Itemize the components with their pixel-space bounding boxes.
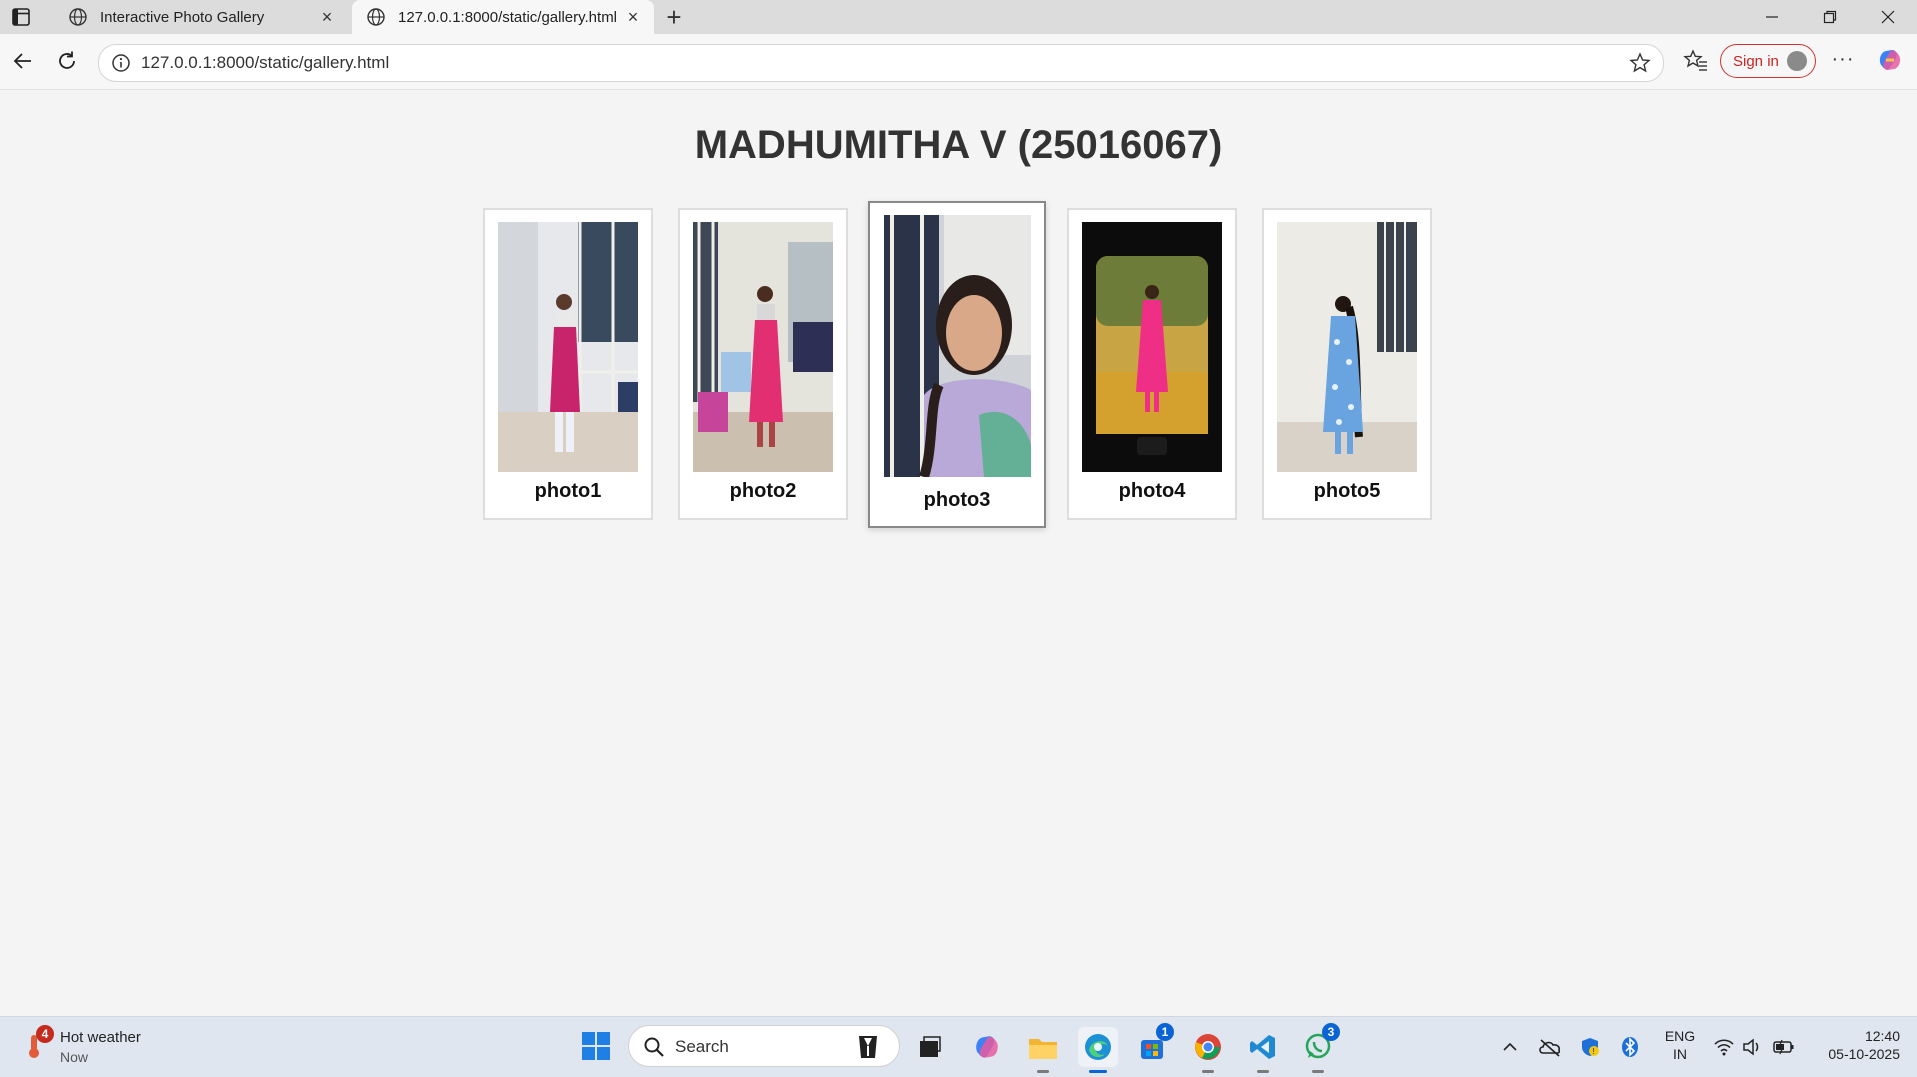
search-icon <box>644 1037 664 1057</box>
clock-date: 05-10-2025 <box>1828 1046 1900 1062</box>
copilot-icon[interactable] <box>1876 46 1904 74</box>
reload-icon <box>59 51 75 69</box>
photo-card-2[interactable]: photo2 <box>678 208 848 520</box>
search-highlight-icon <box>859 1036 877 1058</box>
favorites-icon[interactable] <box>1683 48 1709 74</box>
clock-time: 12:40 <box>1864 1028 1900 1044</box>
taskbar-search[interactable]: Search <box>628 1025 900 1067</box>
restore-button[interactable] <box>1801 0 1859 34</box>
minimize-button[interactable] <box>1743 0 1801 34</box>
photo-card-3[interactable]: photo3 <box>868 201 1046 528</box>
photo-caption: photo3 <box>923 489 991 511</box>
file-explorer-button[interactable] <box>1023 1027 1063 1073</box>
running-indicator <box>1202 1070 1214 1073</box>
photo-caption: photo5 <box>1313 480 1381 502</box>
globe-icon <box>367 8 385 26</box>
page-title: MADHUMITHA V (25016067) <box>694 123 1223 167</box>
photo-card-1[interactable]: photo1 <box>483 208 653 520</box>
photo-4-image <box>1082 222 1222 472</box>
photo-5-image <box>1277 222 1417 472</box>
weather-title: Hot weather <box>60 1029 141 1046</box>
copilot-taskbar-button[interactable] <box>967 1027 1007 1067</box>
page-content: MADHUMITHA V (25016067) photo1 photo2 ph… <box>0 89 1917 1017</box>
weather-badge: 4 <box>36 1025 54 1043</box>
new-tab-button[interactable]: + <box>660 3 688 31</box>
photo-caption: photo1 <box>534 480 602 502</box>
security-shield-icon[interactable]: ! <box>1578 1035 1602 1059</box>
favorite-star-icon[interactable] <box>1629 52 1651 74</box>
tab-label: Interactive Photo Gallery <box>100 8 265 26</box>
edge-button[interactable] <box>1078 1027 1118 1073</box>
photo-card-5[interactable]: photo5 <box>1262 208 1432 520</box>
close-window-button[interactable] <box>1859 0 1917 34</box>
sign-in-button[interactable]: Sign in <box>1720 44 1816 78</box>
info-icon[interactable] <box>111 53 131 73</box>
photo-caption: photo4 <box>1118 480 1186 502</box>
back-button[interactable] <box>8 46 38 76</box>
battery-icon[interactable] <box>1772 1035 1796 1059</box>
language-indicator[interactable]: ENG IN <box>1660 1027 1700 1063</box>
taskbar: 4 Hot weather Now Search 1 3 ! ENG IN 12… <box>0 1016 1917 1077</box>
svg-text:!: ! <box>1592 1047 1594 1056</box>
weather-widget[interactable]: 4 Hot weather Now <box>20 1025 220 1069</box>
folder-icon <box>1029 1039 1057 1059</box>
photo-3-image <box>884 215 1031 477</box>
task-view-button[interactable] <box>910 1027 950 1067</box>
bluetooth-icon[interactable] <box>1618 1035 1642 1059</box>
running-indicator <box>1037 1070 1049 1073</box>
store-button[interactable]: 1 <box>1132 1023 1174 1067</box>
start-button[interactable] <box>581 1031 611 1061</box>
running-indicator <box>1257 1070 1269 1073</box>
browser-toolbar: 127.0.0.1:8000/static/gallery.html Sign … <box>0 34 1917 89</box>
tab-actions-icon[interactable] <box>10 6 32 28</box>
vscode-icon <box>1250 1035 1275 1059</box>
language-code: ENG <box>1664 1028 1696 1044</box>
task-view-icon <box>920 1036 941 1057</box>
reload-button[interactable] <box>52 46 82 76</box>
tab-interactive-photo-gallery[interactable]: Interactive Photo Gallery × <box>54 0 348 34</box>
globe-icon <box>69 8 87 26</box>
active-indicator <box>1089 1070 1107 1073</box>
avatar-icon <box>1787 51 1807 71</box>
store-badge: 1 <box>1156 1023 1174 1041</box>
chevron-up-icon <box>1503 1042 1517 1051</box>
more-options-icon[interactable]: ··· <box>1830 48 1856 74</box>
onedrive-icon[interactable] <box>1538 1035 1562 1059</box>
photo-caption: photo2 <box>729 480 797 502</box>
region-code: IN <box>1673 1046 1687 1062</box>
chrome-icon <box>1195 1034 1221 1060</box>
volume-icon[interactable] <box>1740 1035 1764 1059</box>
chrome-button[interactable] <box>1188 1027 1228 1073</box>
tab-strip: Interactive Photo Gallery × 127.0.0.1:80… <box>0 0 1917 34</box>
back-arrow-icon <box>13 53 31 69</box>
running-indicator <box>1312 1070 1324 1073</box>
photo-2-image <box>693 222 833 472</box>
close-tab-icon[interactable]: × <box>624 8 642 26</box>
search-placeholder: Search <box>675 1037 729 1056</box>
weather-subtitle: Now <box>60 1049 89 1065</box>
close-tab-icon[interactable]: × <box>318 8 336 26</box>
tab-gallery-active[interactable]: 127.0.0.1:8000/static/gallery.html × <box>352 0 654 34</box>
vscode-button[interactable] <box>1243 1027 1283 1073</box>
whatsapp-badge: 3 <box>1322 1023 1340 1041</box>
sign-in-label: Sign in <box>1733 52 1779 70</box>
window-controls <box>1743 0 1917 34</box>
show-hidden-icons-button[interactable] <box>1498 1035 1522 1059</box>
address-bar[interactable]: 127.0.0.1:8000/static/gallery.html <box>98 44 1664 82</box>
photo-1-image <box>498 222 638 472</box>
photo-card-4[interactable]: photo4 <box>1067 208 1237 520</box>
tab-label: 127.0.0.1:8000/static/gallery.html <box>398 8 618 26</box>
clock[interactable]: 12:40 05-10-2025 <box>1810 1027 1900 1063</box>
url-text[interactable]: 127.0.0.1:8000/static/gallery.html <box>141 53 389 73</box>
copilot-icon <box>976 1036 998 1058</box>
edge-icon <box>1085 1034 1111 1060</box>
whatsapp-button[interactable]: 3 <box>1298 1023 1340 1073</box>
wifi-icon[interactable] <box>1712 1035 1736 1059</box>
